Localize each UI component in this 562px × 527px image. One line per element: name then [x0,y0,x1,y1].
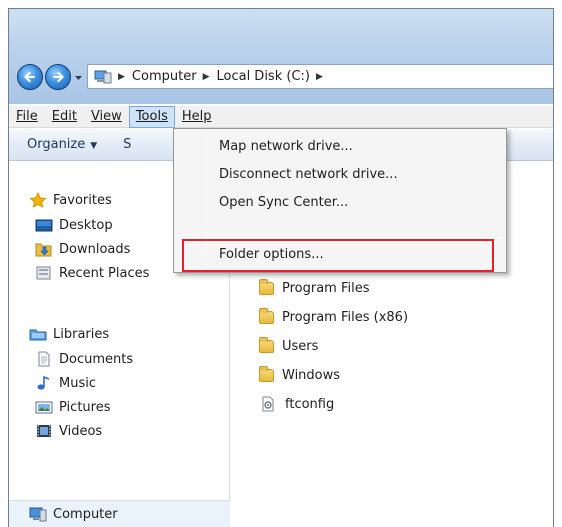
list-item[interactable]: Users [259,334,318,358]
folder-options-highlight-box [182,239,494,272]
file-name: Program Files (x86) [282,309,409,325]
config-file-icon [259,396,277,412]
partial-toolbar-button[interactable]: S [123,137,131,152]
nav-item-label: Downloads [59,241,131,257]
nav-computer-label: Computer [53,506,118,522]
nav-item-desktop[interactable]: Desktop [35,213,113,237]
organize-label: Organize [27,137,86,152]
breadcrumb-chevron-icon[interactable]: ▶ [316,72,323,82]
title-bar: ▶ Computer ▶ Local Disk (C:) ▶ [9,9,553,104]
nav-item-label: Documents [59,351,134,367]
recent-pages-chevron-down-icon[interactable] [74,73,83,82]
downloads-icon [35,241,53,257]
nav-libraries[interactable]: Libraries [29,322,109,346]
menu-file-label: File [16,108,38,124]
folder-icon [259,278,274,295]
libraries-icon [29,326,47,342]
nav-item-music[interactable]: Music [35,371,96,395]
nav-computer[interactable]: Computer [29,502,118,526]
breadcrumb-computer[interactable]: Computer [132,69,197,84]
list-item[interactable]: Program Files [259,276,370,300]
file-name: Windows [282,367,341,383]
file-name: ftconfig [285,396,335,412]
navigation-row: ▶ Computer ▶ Local Disk (C:) ▶ [9,60,553,94]
nav-item-label: Desktop [59,217,113,233]
documents-icon [35,351,53,367]
nav-item-pictures[interactable]: Pictures [35,395,110,419]
menu-file[interactable]: File [9,106,45,128]
explorer-window: ▶ Computer ▶ Local Disk (C:) ▶ File Edit… [8,8,554,527]
nav-favorites[interactable]: Favorites [29,188,112,212]
chevron-down-icon: ▼ [90,141,98,151]
tools-menu-dropdown: Map network drive... Disconnect network … [173,128,507,273]
menu-item-map-network-drive[interactable]: Map network drive... [219,133,353,161]
back-arrow-icon [24,71,35,83]
folder-icon [259,365,274,382]
organize-button[interactable]: Organize ▼ [9,137,97,152]
nav-item-label: Music [59,375,96,391]
back-button[interactable] [17,64,43,90]
star-icon [29,192,47,208]
partial-toolbar-label: S [123,137,132,152]
nav-favorites-label: Favorites [53,192,112,208]
menu-edit-label: Edit [51,108,77,124]
list-item[interactable]: Windows [259,363,340,387]
nav-item-label: Videos [59,423,103,439]
nav-item-downloads[interactable]: Downloads [35,237,130,261]
menu-view[interactable]: View [84,106,129,128]
menu-item-open-sync-center[interactable]: Open Sync Center... [219,189,348,217]
file-name: Users [282,338,319,354]
computer-icon [29,506,47,522]
breadcrumb-chevron-icon[interactable]: ▶ [118,72,125,82]
menu-view-label: View [90,108,122,124]
menu-bar: File Edit View Tools Help [9,105,553,128]
forward-button[interactable] [45,64,71,90]
folder-icon [259,307,274,324]
pictures-icon [35,399,53,415]
music-icon [35,375,53,391]
nav-item-recent-places[interactable]: Recent Places [35,261,149,285]
menu-item-disconnect-network-drive[interactable]: Disconnect network drive... [219,161,398,189]
menu-tools-label: Tools [135,108,168,124]
nav-libraries-label: Libraries [53,326,110,342]
nav-item-label: Recent Places [59,265,150,281]
address-bar[interactable]: ▶ Computer ▶ Local Disk (C:) ▶ [87,64,553,89]
breadcrumb-chevron-icon[interactable]: ▶ [203,72,210,82]
desktop-icon [35,217,53,233]
menu-tools[interactable]: Tools [128,105,175,128]
file-name: Program Files [282,280,370,296]
list-item[interactable]: ftconfig [259,392,334,416]
folder-icon [259,336,274,353]
videos-icon [35,423,53,439]
forward-arrow-icon [53,71,64,83]
nav-item-label: Pictures [59,399,111,415]
menu-help[interactable]: Help [175,106,219,128]
nav-item-documents[interactable]: Documents [35,347,133,371]
menu-help-label: Help [181,108,212,124]
menu-separator [208,237,503,238]
list-item[interactable]: Program Files (x86) [259,305,408,329]
menu-edit[interactable]: Edit [45,106,84,128]
nav-item-videos[interactable]: Videos [35,419,102,443]
breadcrumb-local-disk[interactable]: Local Disk (C:) [216,69,309,84]
computer-icon [94,70,112,84]
recent-places-icon [35,265,53,281]
